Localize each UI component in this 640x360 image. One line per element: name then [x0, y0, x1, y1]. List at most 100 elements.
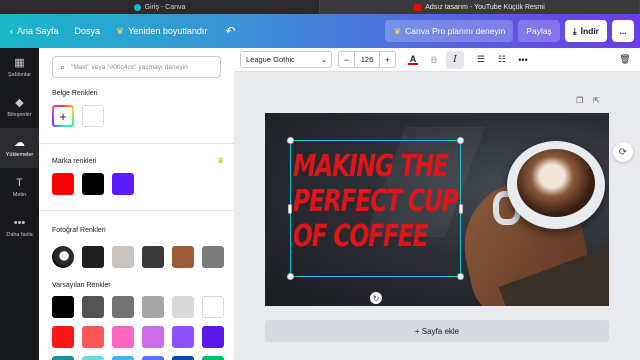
refresh-icon: ⟳	[618, 146, 628, 158]
youtube-favicon-icon	[414, 3, 422, 11]
tab-title: Adsız tasarım - YouTube Küçük Resmi	[425, 3, 545, 11]
photo-color-swatch[interactable]	[172, 246, 194, 268]
default-color-swatch[interactable]	[142, 356, 164, 360]
doc-color-swatch[interactable]	[82, 105, 104, 127]
file-menu-button[interactable]: Dosya	[67, 14, 109, 48]
add-page-button[interactable]: + Sayfa ekle	[265, 320, 609, 342]
chevron-left-icon: ‹	[10, 26, 13, 36]
brand-color-swatch[interactable]	[52, 173, 74, 195]
try-pro-button[interactable]: ♛ Canva Pro planını deneyin	[385, 20, 514, 42]
duplicate-page-icon[interactable]: ❐	[576, 96, 583, 105]
resize-handle-nw[interactable]	[287, 137, 294, 144]
coffee-image	[517, 149, 595, 217]
font-family-dropdown[interactable]: League Gothic ⌄	[240, 51, 332, 68]
default-color-swatch[interactable]	[52, 356, 74, 360]
plus-icon: +	[54, 107, 72, 125]
delete-button[interactable]: 🗑	[616, 51, 634, 69]
default-color-swatch[interactable]	[142, 326, 164, 348]
default-color-swatch[interactable]	[172, 356, 194, 360]
add-page-icon[interactable]: ⇱	[593, 96, 600, 105]
resize-handle-w[interactable]	[288, 204, 292, 214]
rail-label: Daha fazla	[6, 232, 33, 238]
home-button[interactable]: ‹ Ana Sayfa	[0, 14, 67, 48]
default-color-swatch[interactable]	[82, 296, 104, 318]
default-colors-title: Varsayılan Renkler	[52, 282, 111, 289]
default-color-swatch[interactable]	[202, 356, 224, 360]
brand-color-swatch[interactable]	[112, 173, 134, 195]
photo-color-swatch[interactable]	[142, 246, 164, 268]
share-button[interactable]: Paylaş	[518, 20, 560, 42]
default-color-swatch[interactable]	[172, 326, 194, 348]
canva-favicon-icon	[133, 3, 141, 11]
resize-handle-ne[interactable]	[457, 137, 464, 144]
undo-button[interactable]: ↶	[215, 14, 245, 48]
browser-tab-strip: Giriş - Canva Adsız tasarım - YouTube Kü…	[0, 0, 640, 14]
default-color-swatch[interactable]	[172, 296, 194, 318]
font-size-increase-button[interactable]: +	[380, 52, 395, 67]
search-placeholder: "Mavi" veya "#00c4cc" yazmayı deneyin	[71, 63, 188, 71]
browser-tab-design[interactable]: Adsız tasarım - YouTube Küçük Resmi	[320, 0, 640, 14]
rail-item-elements[interactable]: ◆ Bileşenler	[0, 88, 39, 128]
resize-handle-e[interactable]	[459, 204, 463, 214]
text-color-button[interactable]: A	[404, 51, 422, 69]
rail-label: Bileşenler	[7, 112, 32, 118]
default-color-swatch[interactable]	[202, 326, 224, 348]
resize-handle-sw[interactable]	[287, 273, 294, 280]
undo-icon: ↶	[225, 24, 236, 38]
list-icon: ☷	[497, 54, 507, 64]
more-text-options-button[interactable]: •••	[514, 51, 532, 69]
templates-icon: ▦	[14, 57, 25, 69]
more-options-button[interactable]: ...	[612, 20, 634, 42]
text-color-bar	[408, 63, 418, 65]
section-divider	[39, 143, 234, 144]
download-button[interactable]: ⤓ İndir	[564, 20, 607, 42]
photo-color-swatch[interactable]	[112, 246, 134, 268]
bold-button[interactable]: B	[425, 51, 443, 69]
search-icon: ⌕	[60, 61, 66, 72]
rail-item-templates[interactable]: ▦ Şablonlar	[0, 48, 39, 88]
list-button[interactable]: ☷	[493, 51, 511, 69]
rotate-handle[interactable]: ↻	[370, 292, 382, 304]
default-color-swatch[interactable]	[112, 326, 134, 348]
rail-item-text[interactable]: T Metin	[0, 168, 39, 208]
default-color-swatch[interactable]	[112, 296, 134, 318]
rail-item-more[interactable]: ••• Daha fazla	[0, 208, 39, 248]
rail-label: Yüklemeler	[5, 152, 34, 158]
refresh-button[interactable]: ⟳	[613, 142, 633, 162]
left-nav-rail: ▦ Şablonlar ◆ Bileşenler ☁ Yüklemeler T …	[0, 48, 39, 360]
default-color-swatch[interactable]	[82, 326, 104, 348]
default-color-swatch[interactable]	[52, 326, 74, 348]
crown-icon: ♛	[216, 156, 224, 165]
section-divider	[39, 210, 234, 211]
resize-label: Yeniden boyutlandır	[128, 26, 208, 36]
text-toolbar: League Gothic ⌄ − 126 + A B I ☰ ☷ ••• 🗑	[234, 48, 640, 72]
align-left-icon: ☰	[476, 54, 486, 64]
default-color-swatch[interactable]	[82, 356, 104, 360]
more-icon: •••	[13, 217, 26, 229]
trash-icon: 🗑	[619, 54, 631, 64]
color-search-input[interactable]: ⌕ "Mavi" veya "#00c4cc" yazmayı deneyin	[52, 56, 221, 78]
rail-item-uploads[interactable]: ☁ Yüklemeler	[0, 128, 39, 168]
default-color-swatch[interactable]	[52, 296, 74, 318]
photo-color-swatch[interactable]	[202, 246, 224, 268]
photo-color-swatch[interactable]	[82, 246, 104, 268]
brand-color-swatch[interactable]	[82, 173, 104, 195]
file-label: Dosya	[74, 26, 101, 36]
add-color-button[interactable]: +	[52, 105, 74, 127]
tab-title: Giriş - Canva	[144, 3, 186, 11]
resize-handle-se[interactable]	[457, 273, 464, 280]
try-pro-label: Canva Pro planını deneyin	[405, 26, 506, 36]
resize-button[interactable]: ♛ Yeniden boyutlandır	[108, 14, 215, 48]
text-selection-box[interactable]	[287, 137, 464, 280]
default-color-swatch[interactable]	[202, 296, 224, 318]
upload-icon: ☁	[14, 137, 25, 149]
chevron-down-icon: ⌄	[320, 55, 327, 64]
italic-button[interactable]: I	[446, 50, 464, 69]
font-size-input[interactable]: 126	[354, 52, 380, 67]
align-left-button[interactable]: ☰	[472, 51, 490, 69]
default-color-swatch[interactable]	[112, 356, 134, 360]
photo-colors-title: Fotoğraf Renkleri	[52, 227, 106, 234]
font-size-decrease-button[interactable]: −	[339, 52, 354, 67]
default-color-swatch[interactable]	[142, 296, 164, 318]
browser-tab-canva-home[interactable]: Giriş - Canva	[0, 0, 320, 14]
